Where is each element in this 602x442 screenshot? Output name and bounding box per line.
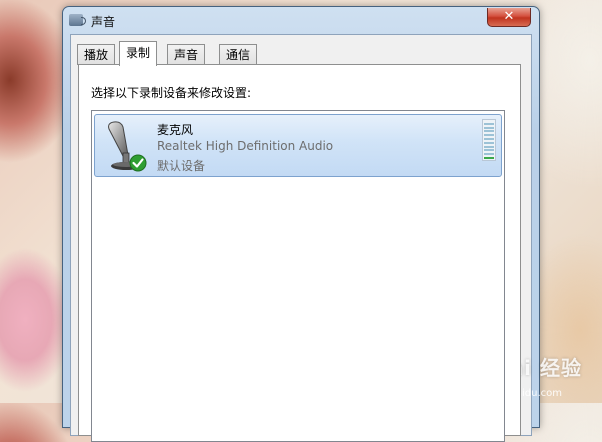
level-segment <box>484 122 494 125</box>
level-segment <box>484 157 494 159</box>
device-item-microphone[interactable]: 麦克风 Realtek High Definition Audio 默认设备 <box>94 114 502 177</box>
tab-playback[interactable]: 播放 <box>77 44 116 65</box>
default-check-icon <box>129 154 147 172</box>
window-title: 声音 <box>91 15 116 29</box>
level-segment <box>484 153 494 156</box>
close-button[interactable]: ✕ <box>487 8 531 27</box>
level-segment <box>484 138 494 140</box>
title-bar[interactable]: 声音 ✕ <box>63 7 539 33</box>
level-segment <box>484 126 494 129</box>
tab-sounds[interactable]: 声音 <box>167 44 206 65</box>
tab-communications[interactable]: 通信 <box>219 44 258 65</box>
tab-recording[interactable]: 录制 <box>119 41 158 66</box>
speaker-icon <box>69 14 86 26</box>
level-segment <box>484 149 494 152</box>
level-segment <box>484 130 494 133</box>
device-driver: Realtek High Definition Audio <box>157 139 334 153</box>
microphone-icon <box>108 121 147 172</box>
device-status: 默认设备 <box>157 159 206 173</box>
device-list[interactable]: 麦克风 Realtek High Definition Audio 默认设备 <box>91 110 505 442</box>
level-segment <box>484 141 494 144</box>
level-segment <box>484 145 494 148</box>
sound-dialog: 声音 ✕ 播放 录制 声音 通信 选择以下录制设备来修改设置: 麦克风 Real… <box>62 6 540 442</box>
level-meter <box>482 119 496 161</box>
instruction-text: 选择以下录制设备来修改设置: <box>91 86 252 100</box>
level-segment <box>484 134 494 137</box>
dialog-client: 播放 录制 声音 通信 选择以下录制设备来修改设置: 麦克风 Realtek H… <box>70 34 532 442</box>
device-name: 麦克风 <box>157 123 194 137</box>
recording-panel: 选择以下录制设备来修改设置: 麦克风 Realtek High Definiti… <box>78 64 521 442</box>
